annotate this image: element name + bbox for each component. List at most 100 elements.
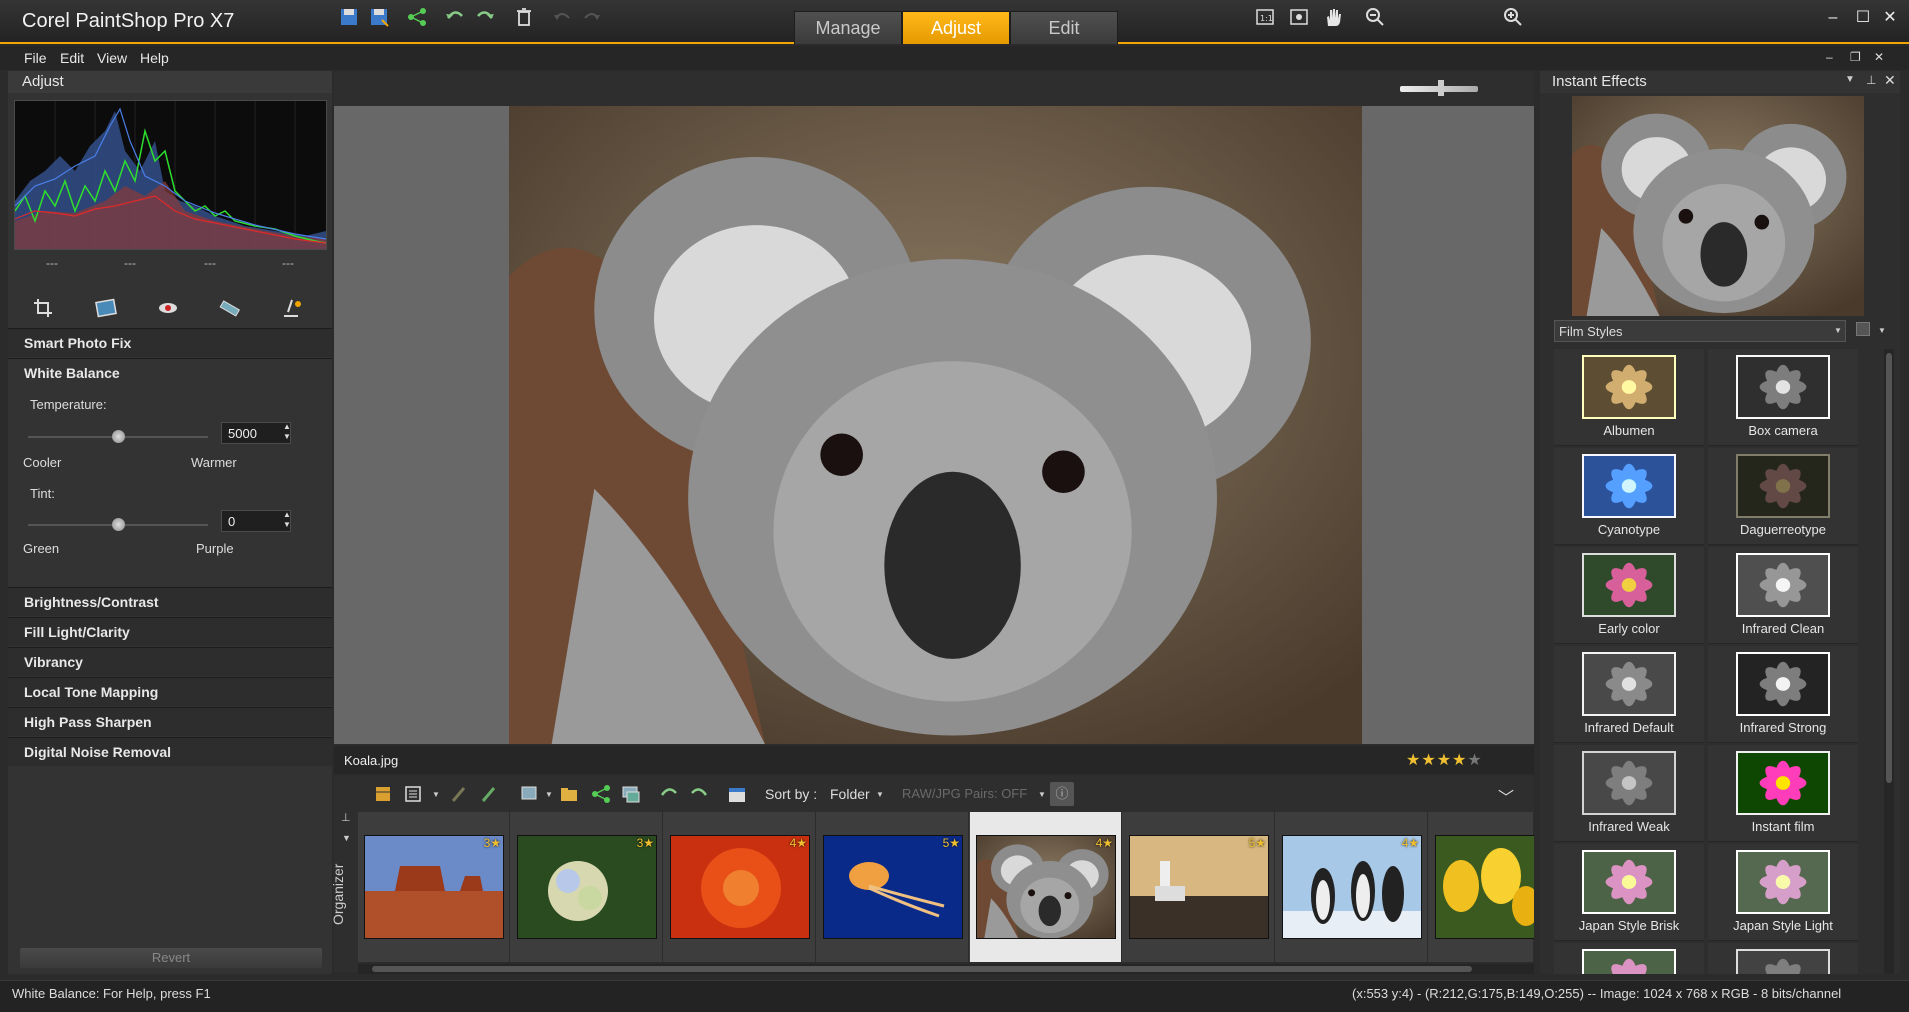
organizer-menu-icon[interactable]: ▼ bbox=[342, 833, 351, 843]
effect-daguerreotype[interactable]: Daguerreotype bbox=[1708, 448, 1858, 545]
batch-process-icon[interactable] bbox=[620, 783, 642, 805]
save-icon[interactable] bbox=[338, 6, 360, 28]
tab-manage[interactable]: Manage bbox=[794, 11, 902, 44]
section-local-tone-mapping[interactable]: Local Tone Mapping bbox=[8, 677, 332, 706]
doc-restore-icon[interactable]: ❐ bbox=[1850, 50, 1861, 64]
effect-view-icon[interactable] bbox=[1856, 322, 1870, 336]
save-as-icon[interactable] bbox=[368, 6, 390, 28]
effect-box-camera[interactable]: Box camera bbox=[1708, 349, 1858, 446]
calendar-icon[interactable] bbox=[726, 783, 748, 805]
effect-japan-style-light[interactable]: Japan Style Light bbox=[1708, 844, 1858, 941]
organizer-scroll-thumb[interactable] bbox=[372, 966, 1472, 972]
delete-icon[interactable] bbox=[513, 6, 535, 28]
effect-infrared-clean[interactable]: Infrared Clean bbox=[1708, 547, 1858, 644]
maximize-icon[interactable]: ☐ bbox=[1853, 8, 1873, 28]
tint-spinner-icon[interactable]: ▲ ▼ bbox=[283, 510, 291, 530]
rotate-left-icon[interactable] bbox=[444, 6, 466, 28]
raw-jpg-dropdown-icon[interactable]: ▼ bbox=[1038, 790, 1046, 799]
section-high-pass-sharpen[interactable]: High Pass Sharpen bbox=[8, 707, 332, 736]
minimize-icon[interactable]: – bbox=[1823, 8, 1843, 28]
actual-size-icon[interactable]: 1:1 bbox=[1254, 6, 1276, 28]
thumbnail-desert[interactable]: 3★ bbox=[358, 812, 510, 962]
section-vibrancy[interactable]: Vibrancy bbox=[8, 647, 332, 676]
navigation-icon[interactable] bbox=[372, 783, 394, 805]
tab-adjust[interactable]: Adjust bbox=[902, 11, 1010, 44]
undo-icon[interactable] bbox=[551, 6, 573, 28]
thumbnail-koala[interactable]: 4★ bbox=[970, 812, 1122, 962]
effect-albumen[interactable]: Albumen bbox=[1554, 349, 1704, 446]
effect-category-select[interactable]: Film Styles bbox=[1554, 320, 1846, 342]
red-eye-icon[interactable] bbox=[154, 296, 182, 320]
effect-infrared-strong[interactable]: Infrared Strong bbox=[1708, 646, 1858, 743]
info-icon[interactable]: ⓘ bbox=[1050, 782, 1074, 806]
effect-infrared-default[interactable]: Infrared Default bbox=[1554, 646, 1704, 743]
effects-scrollbar[interactable] bbox=[1884, 349, 1894, 974]
section-digital-noise-removal[interactable]: Digital Noise Removal bbox=[8, 737, 332, 766]
sort-by-dropdown-icon[interactable]: ▼ bbox=[876, 790, 884, 799]
folder-icon[interactable] bbox=[558, 783, 580, 805]
panel-pin-icon[interactable]: ⊥ bbox=[1866, 73, 1876, 87]
thumbnail-tulips[interactable] bbox=[1429, 812, 1534, 962]
temperature-spinner-icon[interactable]: ▲ ▼ bbox=[283, 422, 291, 442]
collapse-organizer-icon[interactable]: ﹀ bbox=[1498, 784, 1514, 808]
file-rating-stars[interactable]: ★★★★★ bbox=[1406, 750, 1483, 770]
menu-edit[interactable]: Edit bbox=[60, 50, 84, 66]
section-fill-light-clarity[interactable]: Fill Light/Clarity bbox=[8, 617, 332, 646]
section-white-balance[interactable]: White Balance bbox=[8, 358, 332, 387]
redo-icon[interactable] bbox=[581, 6, 603, 28]
clone-brush-icon[interactable] bbox=[278, 296, 306, 320]
organizer-share-icon[interactable] bbox=[590, 783, 612, 805]
organizer-pin-icon[interactable]: ⊥ bbox=[341, 811, 351, 824]
sort-by-select[interactable]: Folder bbox=[830, 786, 870, 802]
photo-info-dropdown-icon[interactable]: ▼ bbox=[545, 790, 553, 799]
section-brightness-contrast[interactable]: Brightness/Contrast bbox=[8, 587, 332, 616]
effect-early-color[interactable]: Early color bbox=[1554, 547, 1704, 644]
thumbnail-jellyfish[interactable]: 5★ bbox=[817, 812, 969, 962]
rotate-right-icon[interactable] bbox=[474, 6, 496, 28]
makeover-icon[interactable] bbox=[216, 296, 244, 320]
tag-edit-icon[interactable] bbox=[478, 783, 500, 805]
straighten-icon[interactable] bbox=[92, 296, 120, 320]
view-mode-dropdown-icon[interactable]: ▼ bbox=[432, 790, 440, 799]
effect-infrared-weak[interactable]: Infrared Weak bbox=[1554, 745, 1704, 842]
doc-minimize-icon[interactable]: – bbox=[1826, 50, 1833, 64]
menu-view[interactable]: View bbox=[97, 50, 127, 66]
panel-menu-icon[interactable]: ▼ bbox=[1845, 74, 1855, 85]
effect-japan-style-brisk[interactable]: Japan Style Brisk bbox=[1554, 844, 1704, 941]
organizer-rotate-right-icon[interactable] bbox=[688, 783, 710, 805]
menu-help[interactable]: Help bbox=[140, 50, 169, 66]
thumbnail-lighthouse[interactable]: 5★ bbox=[1123, 812, 1275, 962]
tag-brush-icon[interactable] bbox=[448, 783, 470, 805]
share-icon[interactable] bbox=[406, 6, 428, 28]
crop-icon[interactable] bbox=[30, 296, 58, 320]
section-smart-photo-fix[interactable]: Smart Photo Fix bbox=[8, 328, 332, 357]
effect-instant-film[interactable]: Instant film bbox=[1708, 745, 1858, 842]
photo-info-icon[interactable] bbox=[518, 783, 540, 805]
effect-view-dropdown-icon[interactable]: ▼ bbox=[1878, 326, 1886, 335]
thumbnail-hydrangeas[interactable]: 3★ bbox=[511, 812, 663, 962]
raw-jpg-pairs-select[interactable]: RAW/JPG Pairs: OFF bbox=[902, 786, 1027, 801]
zoom-out-icon[interactable] bbox=[1364, 6, 1386, 28]
zoom-slider-knob[interactable] bbox=[1438, 80, 1444, 96]
close-icon[interactable]: ✕ bbox=[1880, 8, 1900, 28]
tint-slider-knob[interactable] bbox=[112, 518, 125, 531]
thumbnail-chrysanthemum[interactable]: 4★ bbox=[664, 812, 816, 962]
organizer-scrollbar[interactable] bbox=[358, 964, 1534, 974]
panel-close-icon[interactable]: ✕ bbox=[1884, 72, 1896, 89]
fit-window-icon[interactable] bbox=[1288, 6, 1310, 28]
main-photo[interactable] bbox=[509, 106, 1362, 744]
temperature-slider-knob[interactable] bbox=[112, 430, 125, 443]
thumbnail-penguins[interactable]: 4★ bbox=[1276, 812, 1428, 962]
doc-close-icon[interactable]: ✕ bbox=[1874, 50, 1884, 64]
menu-file[interactable]: File bbox=[24, 50, 47, 66]
view-mode-icon[interactable] bbox=[402, 783, 424, 805]
revert-button[interactable]: Revert bbox=[20, 948, 322, 968]
zoom-in-icon[interactable] bbox=[1502, 6, 1524, 28]
effect-cyanotype[interactable]: Cyanotype bbox=[1554, 448, 1704, 545]
pan-hand-icon[interactable] bbox=[1322, 6, 1344, 28]
effect-partial-1[interactable] bbox=[1554, 943, 1704, 974]
effect-category-dropdown-icon[interactable]: ▼ bbox=[1834, 326, 1842, 335]
tab-edit[interactable]: Edit bbox=[1010, 11, 1118, 44]
effects-scroll-thumb[interactable] bbox=[1886, 353, 1892, 783]
tint-input[interactable]: 0 bbox=[221, 510, 291, 532]
